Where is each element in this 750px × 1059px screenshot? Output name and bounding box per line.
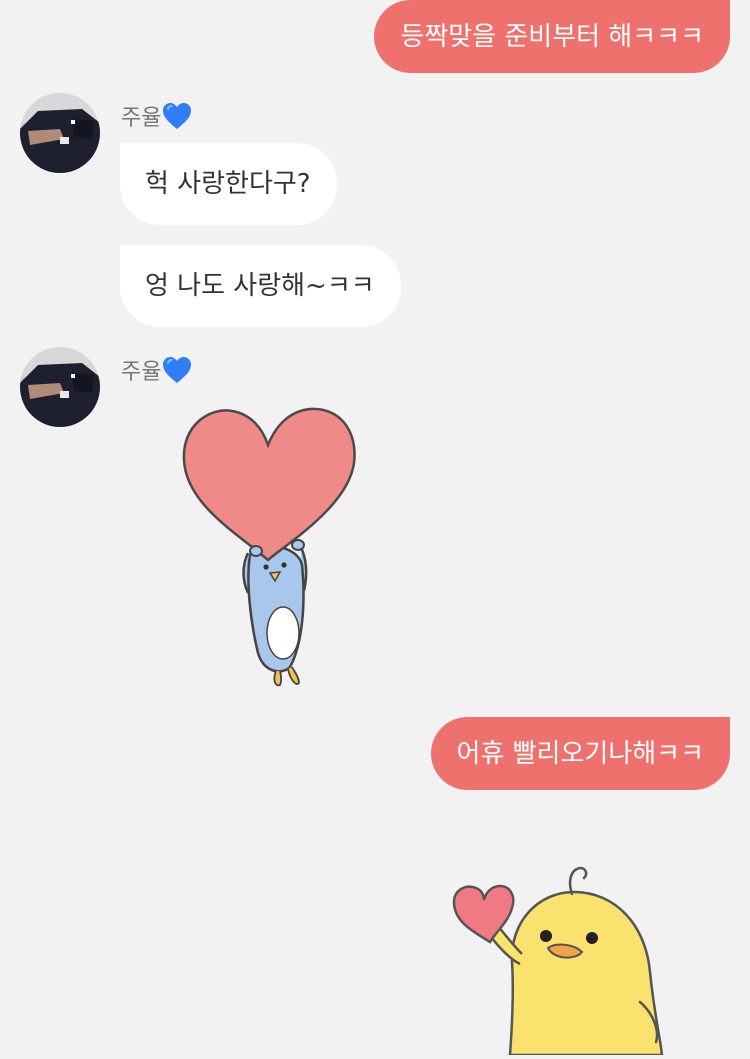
sender-name-row: 주율	[121, 354, 192, 386]
message-text: 헉 사랑한다구?	[145, 169, 311, 199]
incoming-message-bubble[interactable]: 헉 사랑한다구?	[120, 143, 337, 225]
message-text: 엉 나도 사랑해~ㅋㅋ	[145, 271, 375, 301]
profile-photo	[20, 347, 100, 427]
message-text: 어휴 빨리오기나해ㅋㅋ	[456, 738, 704, 769]
message-text: 등짝맞을 준비부터 해ㅋㅋㅋ	[400, 21, 704, 52]
chat-thread: 등짝맞을 준비부터 해ㅋㅋㅋ 주율 헉 사랑한다구? 엉 나도 사랑해~ㅋㅋ 주…	[0, 0, 750, 1057]
sender-name: 주율	[121, 106, 162, 131]
sticker-image	[182, 407, 356, 687]
sender-name: 주율	[121, 360, 162, 385]
sticker-image	[452, 866, 664, 1057]
avatar[interactable]	[20, 347, 100, 427]
yellow-chick-heart-sticker[interactable]	[450, 862, 670, 1059]
profile-photo	[20, 93, 100, 173]
outgoing-message-bubble[interactable]: 등짝맞을 준비부터 해ㅋㅋㅋ	[374, 0, 730, 73]
penguin-holding-heart-sticker[interactable]	[180, 405, 360, 699]
avatar[interactable]	[20, 93, 100, 173]
sender-name-row: 주율	[121, 100, 192, 132]
incoming-message-bubble[interactable]: 엉 나도 사랑해~ㅋㅋ	[120, 245, 401, 327]
outgoing-message-bubble[interactable]: 어휴 빨리오기나해ㅋㅋ	[430, 717, 730, 790]
blue-heart-icon	[162, 102, 192, 130]
blue-heart-icon	[162, 356, 192, 384]
